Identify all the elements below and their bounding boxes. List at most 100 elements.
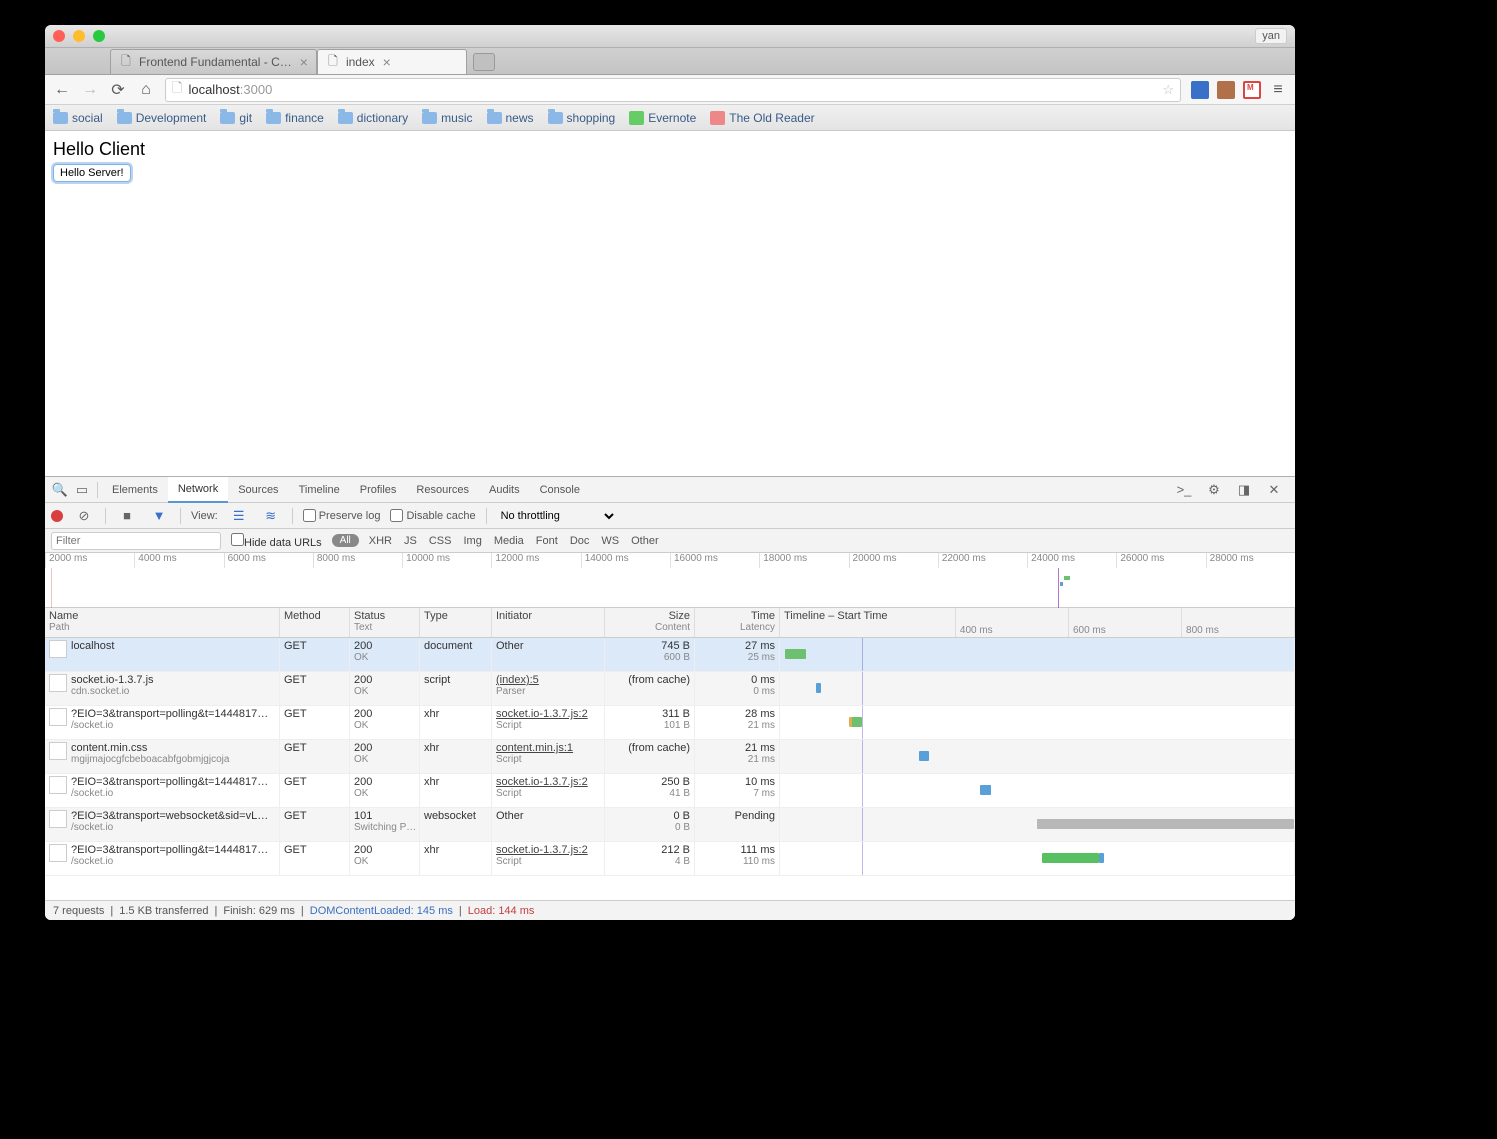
request-initiator[interactable]: socket.io-1.3.7.js:2	[496, 844, 588, 856]
bookmark-item[interactable]: news	[487, 111, 534, 125]
extension-icon[interactable]	[1217, 81, 1235, 99]
request-latency: 21 ms	[699, 720, 775, 731]
bookmark-star-icon[interactable]: ☆	[1162, 82, 1174, 98]
bookmark-item[interactable]: finance	[266, 111, 324, 125]
filter-type[interactable]: Font	[536, 535, 558, 547]
ruler-tick: 4000 ms	[134, 553, 223, 568]
filter-type[interactable]: CSS	[429, 535, 452, 547]
waterfall-cell	[780, 808, 1295, 841]
overview-timeline[interactable]: 2000 ms4000 ms6000 ms8000 ms10000 ms1200…	[45, 553, 1295, 608]
column-initiator[interactable]: Initiator	[492, 608, 605, 637]
favicon: 🗋	[119, 55, 133, 69]
back-button[interactable]: ←	[53, 81, 71, 99]
devtools-panel-tab[interactable]: Audits	[479, 477, 530, 503]
record-button[interactable]	[51, 510, 63, 522]
request-path: mgijmajocgfcbeboacabfgobmjgjcoja	[71, 754, 271, 765]
filter-type[interactable]: Img	[463, 535, 481, 547]
column-status[interactable]: StatusText	[350, 608, 420, 637]
close-tab-icon[interactable]: ×	[300, 54, 308, 70]
address-bar[interactable]: 🗋 localhost:3000 ☆	[165, 78, 1181, 102]
extension-icon[interactable]	[1191, 81, 1209, 99]
bookmark-item[interactable]: The Old Reader	[710, 111, 814, 125]
waterfall-view-icon[interactable]: ≋	[260, 508, 282, 524]
bookmark-item[interactable]: git	[220, 111, 252, 125]
bookmarks-bar: social Development git finance dictionary mus…	[45, 105, 1295, 131]
filter-type[interactable]: XHR	[369, 535, 392, 547]
request-path: /socket.io	[71, 720, 271, 731]
capture-screenshots-icon[interactable]: ■	[116, 508, 138, 523]
column-time[interactable]: TimeLatency	[695, 608, 780, 637]
devtools-panel-tab[interactable]: Elements	[102, 477, 168, 503]
bookmark-label: The Old Reader	[729, 111, 814, 125]
device-mode-icon[interactable]: ▭	[71, 482, 93, 498]
devtools-panel-tab[interactable]: Resources	[406, 477, 479, 503]
devtools-panel-tab[interactable]: Console	[530, 477, 590, 503]
column-name[interactable]: NamePath	[45, 608, 280, 637]
preserve-log-checkbox[interactable]: Preserve log	[303, 509, 381, 522]
network-request-row[interactable]: localhostGET200OKdocumentOther745 B600 B…	[45, 638, 1295, 672]
bookmark-item[interactable]: Development	[117, 111, 207, 125]
network-request-row[interactable]: ?EIO=3&transport=polling&t=14448179…/soc…	[45, 774, 1295, 808]
filter-all-pill[interactable]: All	[332, 534, 359, 547]
minimize-window-button[interactable]	[73, 30, 85, 42]
request-initiator[interactable]: (index):5	[496, 674, 539, 686]
request-path: /socket.io	[71, 822, 271, 833]
zoom-window-button[interactable]	[93, 30, 105, 42]
bookmark-item[interactable]: music	[422, 111, 472, 125]
filter-row: Hide data URLs All XHR JS CSS Img Media Font D…	[45, 529, 1295, 553]
filter-type[interactable]: Media	[494, 535, 524, 547]
devtools-panel-tab[interactable]: Profiles	[350, 477, 407, 503]
browser-tab[interactable]: 🗋index×	[317, 49, 467, 74]
new-tab-button[interactable]	[473, 53, 495, 71]
clear-button[interactable]: ⊘	[73, 508, 95, 524]
settings-icon[interactable]: ⚙	[1203, 482, 1225, 498]
home-button[interactable]: ⌂	[137, 81, 155, 99]
devtools-tabs: 🔍 ▭ ElementsNetworkSourcesTimelineProfil…	[45, 477, 1295, 503]
network-request-row[interactable]: content.min.cssmgijmajocgfcbeboacabfgobm…	[45, 740, 1295, 774]
column-size[interactable]: SizeContent	[605, 608, 695, 637]
hello-server-button[interactable]: Hello Server!	[53, 164, 131, 182]
request-content-size: 4 B	[609, 856, 690, 867]
column-method[interactable]: Method	[280, 608, 350, 637]
filter-input[interactable]	[51, 532, 221, 550]
column-type[interactable]: Type	[420, 608, 492, 637]
throttling-select[interactable]: No throttling	[497, 509, 617, 523]
request-initiator[interactable]: socket.io-1.3.7.js:2	[496, 776, 588, 788]
network-request-row[interactable]: socket.io-1.3.7.jscdn.socket.ioGET200OKs…	[45, 672, 1295, 706]
reload-button[interactable]: ⟳	[109, 81, 127, 99]
bookmark-item[interactable]: Evernote	[629, 111, 696, 125]
hide-data-urls-checkbox[interactable]: Hide data URLs	[231, 533, 322, 549]
column-timeline[interactable]: Timeline – Start Time400 ms600 ms800 ms1…	[780, 608, 1295, 637]
browser-tab[interactable]: 🗋Frontend Fundamental - C…×	[110, 49, 317, 74]
filter-type[interactable]: JS	[404, 535, 417, 547]
request-initiator[interactable]: content.min.js:1	[496, 742, 573, 754]
network-request-row[interactable]: ?EIO=3&transport=polling&t=14448179…/soc…	[45, 842, 1295, 876]
bookmark-item[interactable]: social	[53, 111, 103, 125]
close-devtools-icon[interactable]: ✕	[1263, 482, 1285, 498]
devtools-panel-tab[interactable]: Timeline	[289, 477, 350, 503]
profile-badge[interactable]: yan	[1255, 28, 1287, 44]
bookmark-item[interactable]: shopping	[548, 111, 616, 125]
network-request-row[interactable]: ?EIO=3&transport=polling&t=14448179…/soc…	[45, 706, 1295, 740]
menu-button[interactable]: ≡	[1269, 81, 1287, 99]
devtools-panel-tab[interactable]: Sources	[228, 477, 288, 503]
request-method: GET	[280, 842, 350, 875]
devtools-panel-tab[interactable]: Network	[168, 477, 228, 503]
gmail-icon[interactable]: M	[1243, 81, 1261, 99]
forward-button[interactable]: →	[81, 81, 99, 99]
filter-icon[interactable]: ▼	[148, 508, 170, 523]
large-rows-icon[interactable]: ☰	[228, 508, 250, 524]
inspect-icon[interactable]: 🔍	[49, 482, 71, 498]
filter-type[interactable]: WS	[601, 535, 619, 547]
dock-icon[interactable]: ◨	[1233, 482, 1255, 498]
close-window-button[interactable]	[53, 30, 65, 42]
close-tab-icon[interactable]: ×	[383, 54, 391, 70]
network-request-row[interactable]: ?EIO=3&transport=websocket&sid=vL_-Xl…/s…	[45, 808, 1295, 842]
filter-type[interactable]: Other	[631, 535, 659, 547]
disable-cache-checkbox[interactable]: Disable cache	[390, 509, 475, 522]
request-initiator[interactable]: socket.io-1.3.7.js:2	[496, 708, 588, 720]
filter-type[interactable]: Doc	[570, 535, 590, 547]
bookmark-item[interactable]: dictionary	[338, 111, 408, 125]
bookmark-icon	[710, 111, 725, 125]
drawer-toggle-icon[interactable]: >_	[1173, 482, 1195, 497]
